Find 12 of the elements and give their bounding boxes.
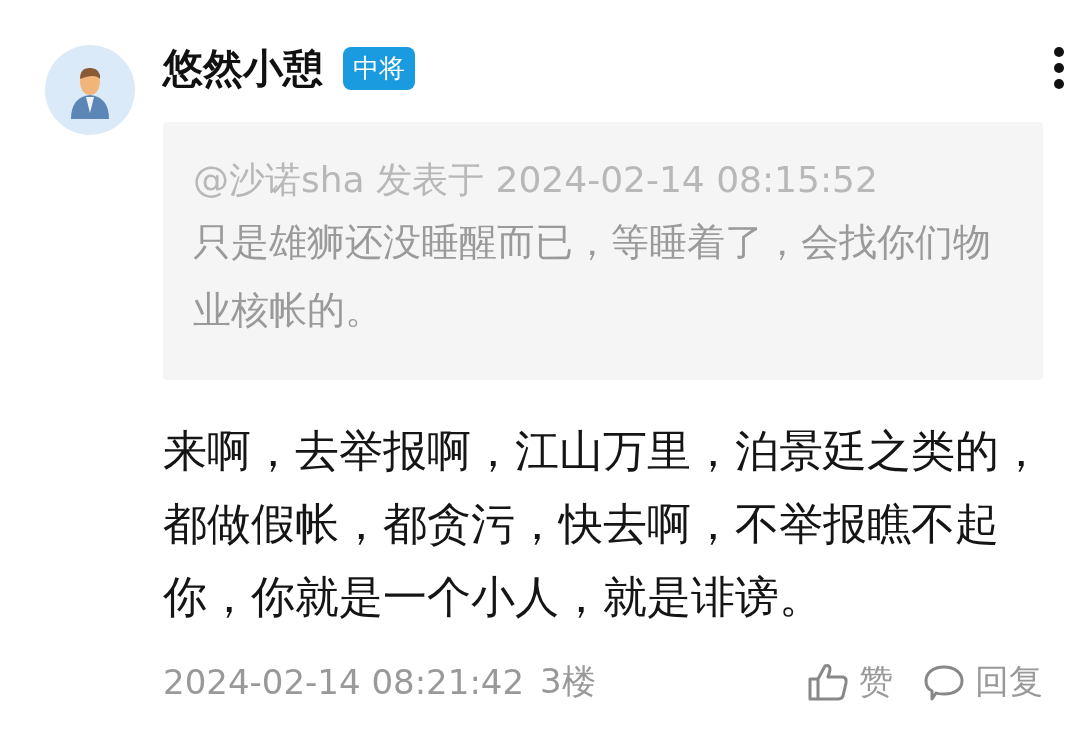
more-icon[interactable]: [1053, 46, 1065, 90]
thumbs-up-icon: [807, 662, 849, 702]
quote-text: 只是雄狮还没睡醒而已，等睡着了，会找你们物业核帐的。: [193, 219, 992, 334]
username[interactable]: 悠然小憩: [163, 40, 323, 96]
post-time: 2024-02-14 08:21:42: [163, 662, 525, 702]
quote-header: @沙诺sha 发表于 2024-02-14 08:15:52: [193, 158, 879, 202]
post-text: 来啊，去举报啊，江山万里，泊景廷之类的，都做假帐，都贪污，快去啊，不举报瞧不起你，你就是一个小人，就是诽谤。: [163, 424, 1043, 624]
rank-badge: 中将: [343, 46, 415, 90]
floor-number: 3楼: [540, 660, 596, 703]
reply-button[interactable]: 回复: [923, 659, 1043, 705]
like-button[interactable]: 赞: [807, 659, 893, 705]
avatar[interactable]: [45, 45, 135, 135]
